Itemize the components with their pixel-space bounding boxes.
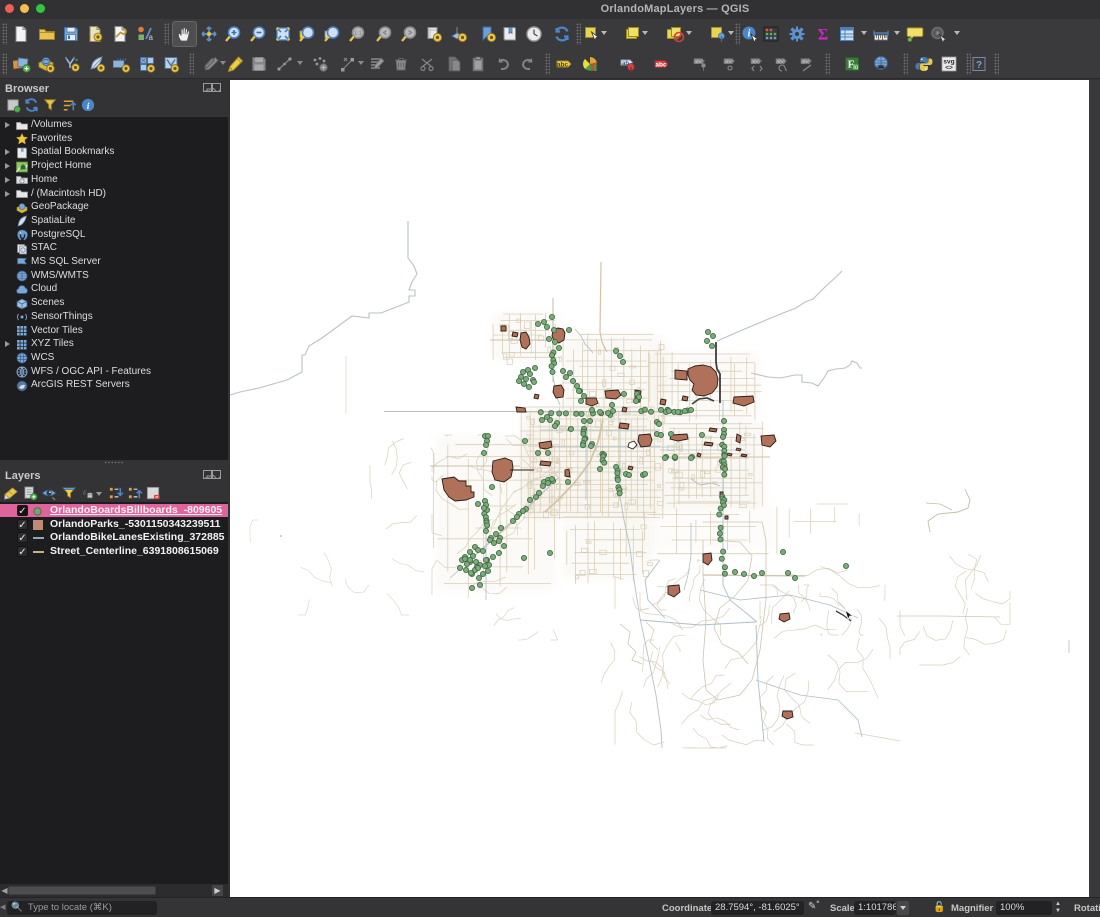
svg-text:abc: abc bbox=[776, 60, 785, 66]
svg-text:?: ? bbox=[976, 60, 982, 71]
svg-text:1:1: 1:1 bbox=[354, 31, 363, 37]
svg-text:lo: lo bbox=[853, 65, 858, 71]
svg-text:a: a bbox=[149, 33, 154, 42]
svg-text:i: i bbox=[86, 101, 89, 111]
svg-text:ε: ε bbox=[83, 486, 87, 496]
svg-text:abc: abc bbox=[655, 62, 667, 69]
svg-text:i: i bbox=[748, 29, 751, 40]
svg-text:abc: abc bbox=[724, 60, 733, 66]
svg-text:abc: abc bbox=[751, 60, 760, 66]
svg-text:abc: abc bbox=[801, 60, 810, 66]
svg-text:<>: <> bbox=[945, 65, 953, 72]
svg-text:abc: abc bbox=[557, 62, 569, 69]
svg-text:Σ: Σ bbox=[818, 27, 828, 44]
